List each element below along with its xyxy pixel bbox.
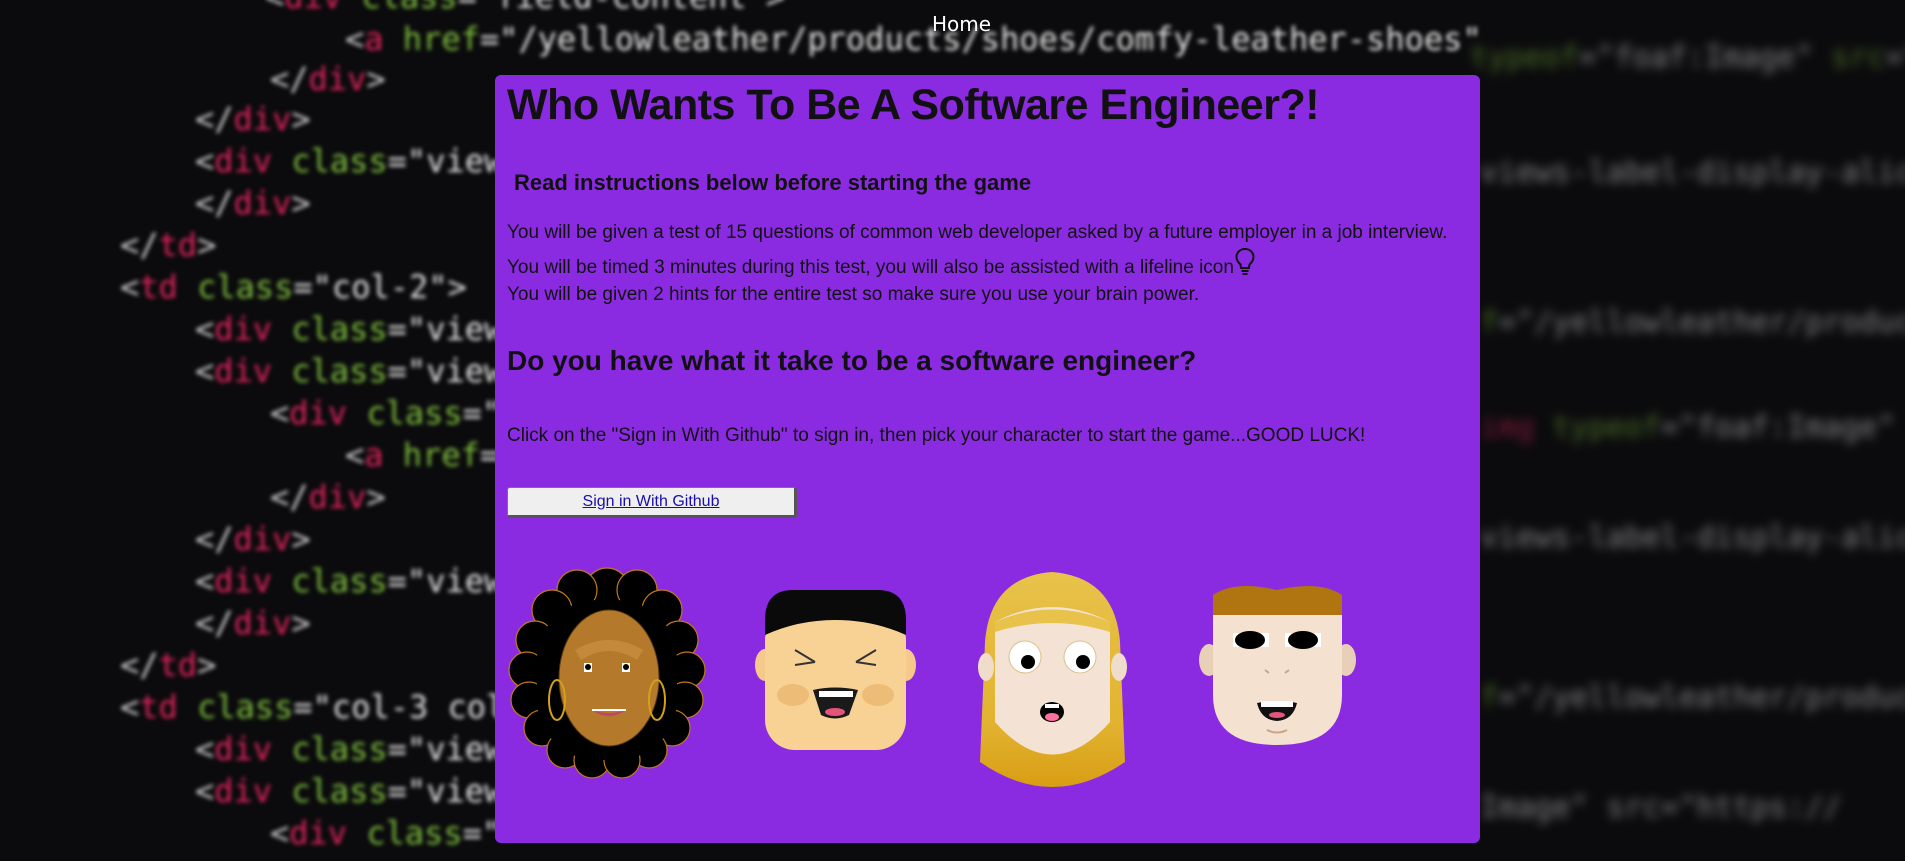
- code-line: <div class="field-content">: [265, 0, 785, 16]
- code-line: <div class=": [270, 394, 502, 432]
- code-line: <a href="/yellowleather/products/shoes/c…: [345, 20, 1482, 58]
- lightbulb-icon: [1235, 247, 1255, 275]
- code-line: <div class="view: [195, 352, 504, 390]
- code-line: <a href=: [345, 436, 500, 474]
- code-line: <td class="col-2">: [120, 268, 467, 306]
- instructions-heading: Read instructions below before starting …: [514, 170, 1032, 195]
- blonde-woman-avatar[interactable]: [970, 572, 1135, 792]
- github-signin-button[interactable]: Sign in With Github: [507, 487, 797, 518]
- challenge-question: Do you have what it take to be a softwar…: [507, 345, 1197, 376]
- code-line: </td>: [120, 646, 217, 684]
- code-line: <div class="view: [195, 562, 504, 600]
- code-line: img typeof="foaf:Image" src: [1480, 410, 1905, 445]
- code-line: views-label-display-alic: [1480, 155, 1905, 190]
- code-line: <div class="view: [195, 142, 504, 180]
- code-line: </div>: [270, 60, 386, 98]
- code-line: </div>: [195, 604, 311, 642]
- nav-home-link[interactable]: Home: [932, 12, 991, 36]
- code-line: <div class="view: [195, 310, 504, 348]
- code-line: </div>: [195, 520, 311, 558]
- github-signin-link[interactable]: Sign in With Github: [583, 493, 720, 510]
- code-line: <div class=": [270, 814, 502, 852]
- code-line: typeof="foaf:Image" src="https://: [1470, 40, 1905, 75]
- start-instruction: Click on the "Sign in With Github" to si…: [507, 425, 1366, 446]
- code-line: <div class="view: [195, 772, 504, 810]
- curly-hair-woman-avatar[interactable]: [507, 560, 707, 780]
- instruction-line-1: You will be given a test of 15 questions…: [507, 222, 1448, 243]
- code-line: </div>: [195, 100, 311, 138]
- page-title: Who Wants To Be A Software Engineer?!: [507, 81, 1320, 129]
- instruction-line-3: You will be given 2 hints for the entire…: [507, 284, 1200, 305]
- code-line: Image" src="https://: [1480, 790, 1842, 825]
- code-line: <td class="col-3 col: [120, 688, 506, 726]
- instruction-line-2: You will be timed 3 minutes during this …: [507, 257, 1234, 278]
- code-line: </div>: [195, 184, 311, 222]
- intro-panel: Who Wants To Be A Software Engineer?! Re…: [495, 75, 1480, 843]
- code-line: </div>: [270, 478, 386, 516]
- code-line: f="/yellowleather/product/s: [1480, 305, 1905, 340]
- ginger-man-avatar[interactable]: [1195, 585, 1360, 755]
- code-line: f="/yellowleather/product/s: [1480, 680, 1905, 715]
- code-line: views-label-display-alic: [1480, 520, 1905, 555]
- black-hair-man-avatar[interactable]: [753, 590, 918, 755]
- code-line: </td>: [120, 226, 217, 264]
- code-line: <div class="view: [195, 730, 504, 768]
